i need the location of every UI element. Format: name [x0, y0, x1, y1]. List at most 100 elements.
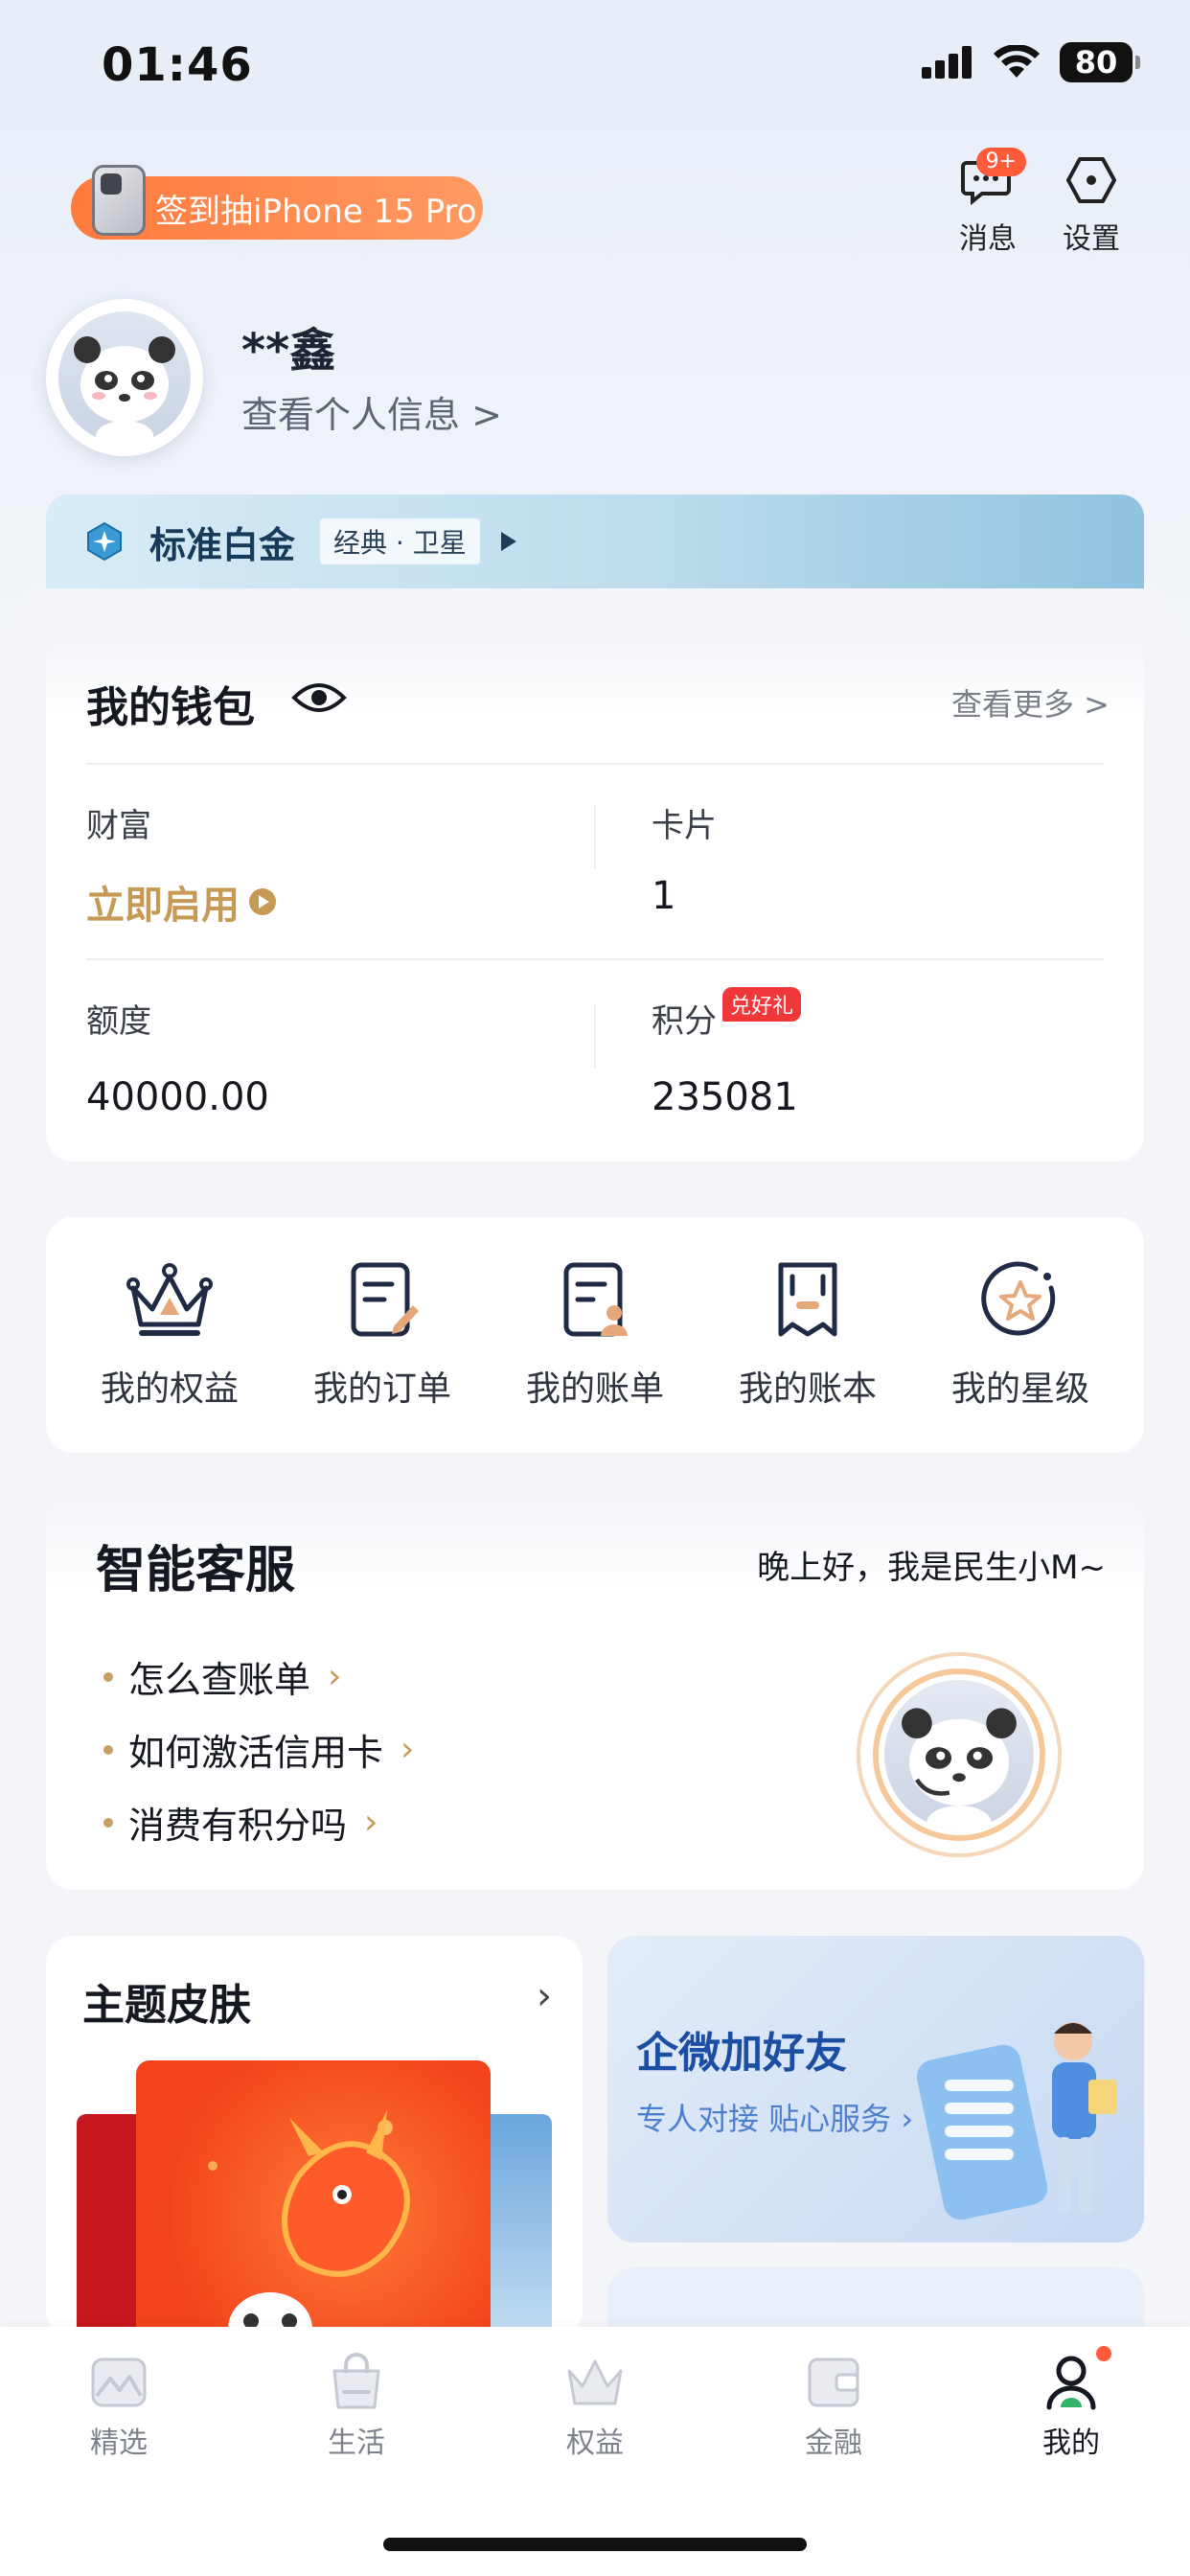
tab-label: 精选 [90, 2426, 148, 2460]
settings-label: 设置 [1063, 222, 1120, 256]
message-count-badge: 9+ [975, 148, 1026, 176]
bullet-dot [103, 1671, 113, 1682]
dragon-skin-preview [136, 2060, 491, 2338]
theme-title: 主题皮肤 [82, 1981, 251, 2030]
service-agent-illustration [916, 2022, 1117, 2220]
eye-visibility-icon[interactable] [291, 680, 347, 715]
shopping-bag-icon [332, 2353, 380, 2409]
my-star-level-button[interactable]: 我的星级 [925, 1259, 1116, 1411]
my-benefits-button[interactable]: 我的权益 [74, 1259, 265, 1411]
tab-label: 权益 [566, 2426, 624, 2460]
bullet-dot [103, 1744, 113, 1755]
theme-skin-card[interactable]: 主题皮肤 › [46, 1936, 583, 2338]
wealth-label: 财富 [86, 807, 151, 845]
my-bills-button[interactable]: 我的账单 [499, 1259, 691, 1411]
status-icons: 80 [922, 42, 1140, 82]
tab-finance[interactable]: 金融 [767, 2350, 901, 2461]
play-arrow-icon [500, 532, 516, 551]
my-bills-label: 我的账单 [525, 1369, 664, 1409]
star-level-icon [981, 1261, 1056, 1336]
tab-benefits[interactable]: 权益 [528, 2350, 662, 2461]
panda-icon [74, 336, 175, 444]
divider [594, 805, 596, 868]
crown-icon [567, 2359, 623, 2405]
battery-level: 80 [1074, 44, 1118, 80]
chevron-right-icon: › [364, 1803, 378, 1842]
avatar[interactable] [46, 299, 203, 456]
tab-featured[interactable]: 精选 [52, 2350, 186, 2461]
redeem-gift-badge[interactable]: 兑好礼 [722, 987, 802, 1022]
wecom-title: 企微加好友 [636, 2029, 847, 2078]
wealth-activate-label: 立即启用 [86, 884, 240, 928]
battery-indicator: 80 [1060, 42, 1140, 82]
messages-button[interactable]: 9+ 消息 [945, 148, 1031, 257]
points-label: 积分 [652, 1002, 717, 1041]
home-indicator [383, 2538, 807, 2551]
membership-level-bar[interactable]: 标准白金 经典 · 卫星 [46, 494, 1144, 588]
view-profile-link[interactable]: 查看个人信息 > [241, 385, 502, 438]
cards-count[interactable]: 1 [652, 874, 675, 918]
points-value[interactable]: 235081 [652, 1075, 798, 1119]
faq-question: 如何激活信用卡 [128, 1732, 384, 1774]
mountain-icon [91, 2358, 147, 2407]
tab-label: 我的 [1042, 2426, 1100, 2460]
crown-icon [126, 1263, 213, 1336]
order-icon [351, 1262, 419, 1337]
wecom-subtitle: 专人对接 贴心服务 › [636, 2095, 913, 2139]
quick-actions: 我的权益 我的订单 我的账单 我的账本 我的星级 [46, 1217, 1144, 1453]
cards-label: 卡片 [652, 807, 717, 845]
wecom-subtitle-text: 专人对接 贴心服务 [636, 2101, 892, 2137]
service-assistant-avatar[interactable] [857, 1652, 1062, 1857]
service-title: 智能客服 [96, 1542, 296, 1599]
my-ledger-button[interactable]: 我的账本 [712, 1259, 904, 1411]
my-orders-label: 我的订单 [312, 1369, 451, 1409]
tab-label: 生活 [328, 2426, 385, 2460]
user-name: **鑫 [241, 324, 336, 378]
tab-mine[interactable]: 我的 [1004, 2346, 1138, 2461]
play-circle-icon [249, 888, 276, 915]
settings-hexagon-icon [1066, 157, 1116, 203]
faq-item[interactable]: 怎么查账单 › [103, 1650, 341, 1703]
my-orders-button[interactable]: 我的订单 [286, 1259, 478, 1411]
wecom-add-friend-card[interactable]: 企微加好友 专人对接 贴心服务 › [607, 1936, 1144, 2242]
panda-headset-icon [902, 1708, 1017, 1829]
divider [86, 958, 1104, 960]
faq-question: 怎么查账单 [128, 1659, 311, 1701]
chevron-right-icon: › [537, 1974, 552, 2018]
divider [86, 763, 1104, 765]
wallet-card: 我的钱包 查看更多 > 财富 立即启用 卡片 1 额度 40000.00 积分 … [46, 634, 1144, 1162]
dragon-illustration [208, 2110, 410, 2338]
faq-item[interactable]: 如何激活信用卡 › [103, 1723, 414, 1776]
wallet-title: 我的钱包 [86, 683, 255, 732]
panda-assistant-image [879, 1674, 1040, 1835]
my-star-level-label: 我的星级 [950, 1369, 1089, 1409]
bill-icon [563, 1262, 628, 1337]
card-tier-tag: 经典 · 卫星 [320, 518, 480, 564]
messages-label: 消息 [959, 222, 1017, 256]
promo-text: 签到抽iPhone 15 Pro [155, 192, 477, 231]
service-greeting: 晚上好，我是民生小M~ [757, 1549, 1106, 1587]
level-name: 标准白金 [149, 523, 296, 566]
smart-service-card: 智能客服 晚上好，我是民生小M~ 怎么查账单 › 如何激活信用卡 › 消费有积分… [46, 1497, 1144, 1890]
credit-limit-label: 额度 [86, 1002, 151, 1041]
faq-item[interactable]: 消费有积分吗 › [103, 1796, 378, 1849]
page: 01:46 80 签到抽iPhone 15 Pro 9+ 消息 设置 **鑫 查… [0, 0, 1190, 2576]
ledger-icon [778, 1262, 837, 1337]
divider [594, 1004, 596, 1068]
wealth-activate-button[interactable]: 立即启用 [86, 874, 278, 930]
bullet-dot [103, 1817, 113, 1828]
wifi-icon [994, 45, 1040, 78]
tab-life[interactable]: 生活 [289, 2350, 423, 2461]
chevron-right-icon: › [400, 1730, 415, 1769]
iphone-icon [92, 165, 146, 236]
panda-avatar-image [58, 311, 191, 444]
message-icon-wrap: 9+ [959, 148, 1026, 207]
faq-question: 消费有积分吗 [128, 1805, 348, 1847]
credit-limit-value[interactable]: 40000.00 [86, 1075, 269, 1119]
chevron-right-icon: › [328, 1657, 342, 1696]
status-time: 01:46 [102, 38, 253, 92]
tab-label: 金融 [805, 2426, 862, 2460]
checkin-promo-button[interactable]: 签到抽iPhone 15 Pro [71, 165, 483, 240]
settings-button[interactable]: 设置 [1048, 153, 1134, 257]
wallet-more-link[interactable]: 查看更多 > [951, 680, 1110, 724]
